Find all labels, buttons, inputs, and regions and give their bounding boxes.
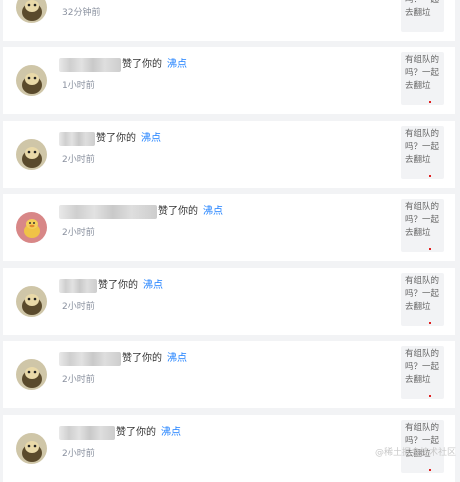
- notification-time: 2小时前: [62, 228, 95, 238]
- cat-avatar[interactable]: [16, 286, 47, 317]
- post-preview-text: 有组队的吗？一起去翻垃: [405, 55, 440, 91]
- notification-time: 1小时前: [62, 81, 95, 91]
- post-link[interactable]: 沸点: [203, 204, 223, 220]
- post-link[interactable]: 沸点: [167, 57, 187, 73]
- notification-message: 赞了你的 沸点: [59, 278, 163, 294]
- notification-message: 赞了你的 沸点: [59, 204, 223, 220]
- post-preview[interactable]: 有组队的吗？一起去翻垃: [401, 273, 444, 326]
- notification-card[interactable]: 赞了你的 沸点 1小时前 有组队的吗？一起去翻垃: [3, 47, 455, 114]
- cat-avatar[interactable]: [16, 0, 47, 23]
- post-preview-text: 有组队的吗？一起去翻垃: [405, 129, 440, 165]
- post-link[interactable]: 沸点: [141, 131, 161, 147]
- blurred-username[interactable]: [59, 426, 115, 440]
- post-link[interactable]: 沸点: [167, 351, 187, 367]
- post-preview[interactable]: 有组队的吗？一起去翻垃: [401, 126, 444, 179]
- cat-avatar[interactable]: [16, 359, 47, 390]
- post-preview-text: 有组队的吗？一起去翻垃: [405, 349, 440, 385]
- notification-time: 2小时前: [62, 155, 95, 165]
- notification-message: 赞了你的 沸点: [59, 131, 161, 147]
- blurred-username[interactable]: [59, 279, 97, 293]
- cat-avatar[interactable]: [16, 433, 47, 464]
- notification-action: 赞了你的: [98, 280, 138, 291]
- notification-action: 赞了你的: [96, 133, 136, 144]
- preview-accent: [429, 322, 431, 324]
- post-preview[interactable]: 有组队的吗？一起去翻垃: [401, 199, 444, 252]
- notification-card[interactable]: 赞了你的 沸点 2小时前 有组队的吗？一起去翻垃: [3, 194, 455, 261]
- notification-action: 赞了你的: [122, 59, 162, 70]
- notification-action: 赞了你的: [122, 353, 162, 364]
- notification-message: 赞了你的 沸点: [59, 57, 187, 73]
- preview-accent: [429, 395, 431, 397]
- post-preview[interactable]: 有组队的吗？一起去翻垃: [401, 0, 444, 32]
- notification-card[interactable]: 赞了你的 沸点 2小时前 有组队的吗？一起去翻垃: [3, 121, 455, 188]
- post-link[interactable]: 沸点: [161, 425, 181, 441]
- blurred-username[interactable]: [59, 58, 121, 72]
- post-preview-text: 有组队的吗？一起去翻垃: [405, 276, 440, 312]
- post-preview-text: 有组队的吗？一起去翻垃: [405, 202, 440, 238]
- notification-card[interactable]: 32分钟前 有组队的吗？一起去翻垃: [3, 0, 455, 41]
- notification-message: 赞了你的 沸点: [59, 425, 181, 441]
- blurred-username[interactable]: [59, 205, 157, 219]
- post-preview[interactable]: 有组队的吗？一起去翻垃: [401, 52, 444, 105]
- notification-card[interactable]: 赞了你的 沸点 2小时前 有组队的吗？一起去翻垃: [3, 268, 455, 335]
- cat-avatar[interactable]: [16, 139, 47, 170]
- preview-accent: [429, 101, 431, 103]
- notification-message: 赞了你的 沸点: [59, 351, 187, 367]
- notification-time: 2小时前: [62, 302, 95, 312]
- notification-time: 32分钟前: [62, 8, 101, 18]
- preview-accent: [429, 175, 431, 177]
- post-preview-text: 有组队的吗？一起去翻垃: [405, 0, 440, 18]
- preview-accent: [429, 248, 431, 250]
- preview-accent: [429, 469, 431, 471]
- blurred-username[interactable]: [59, 132, 95, 146]
- watermark: @稀土掘金技术社区: [374, 448, 456, 458]
- post-preview[interactable]: 有组队的吗？一起去翻垃: [401, 346, 444, 399]
- post-link[interactable]: 沸点: [143, 278, 163, 294]
- blurred-username[interactable]: [59, 352, 121, 366]
- notification-card[interactable]: 赞了你的 沸点 2小时前 有组队的吗？一起去翻垃: [3, 341, 455, 408]
- notification-time: 2小时前: [62, 449, 95, 459]
- cat-avatar[interactable]: [16, 65, 47, 96]
- notification-time: 2小时前: [62, 375, 95, 385]
- duck-avatar[interactable]: [16, 212, 47, 243]
- notification-action: 赞了你的: [116, 427, 156, 438]
- notification-action: 赞了你的: [158, 206, 198, 217]
